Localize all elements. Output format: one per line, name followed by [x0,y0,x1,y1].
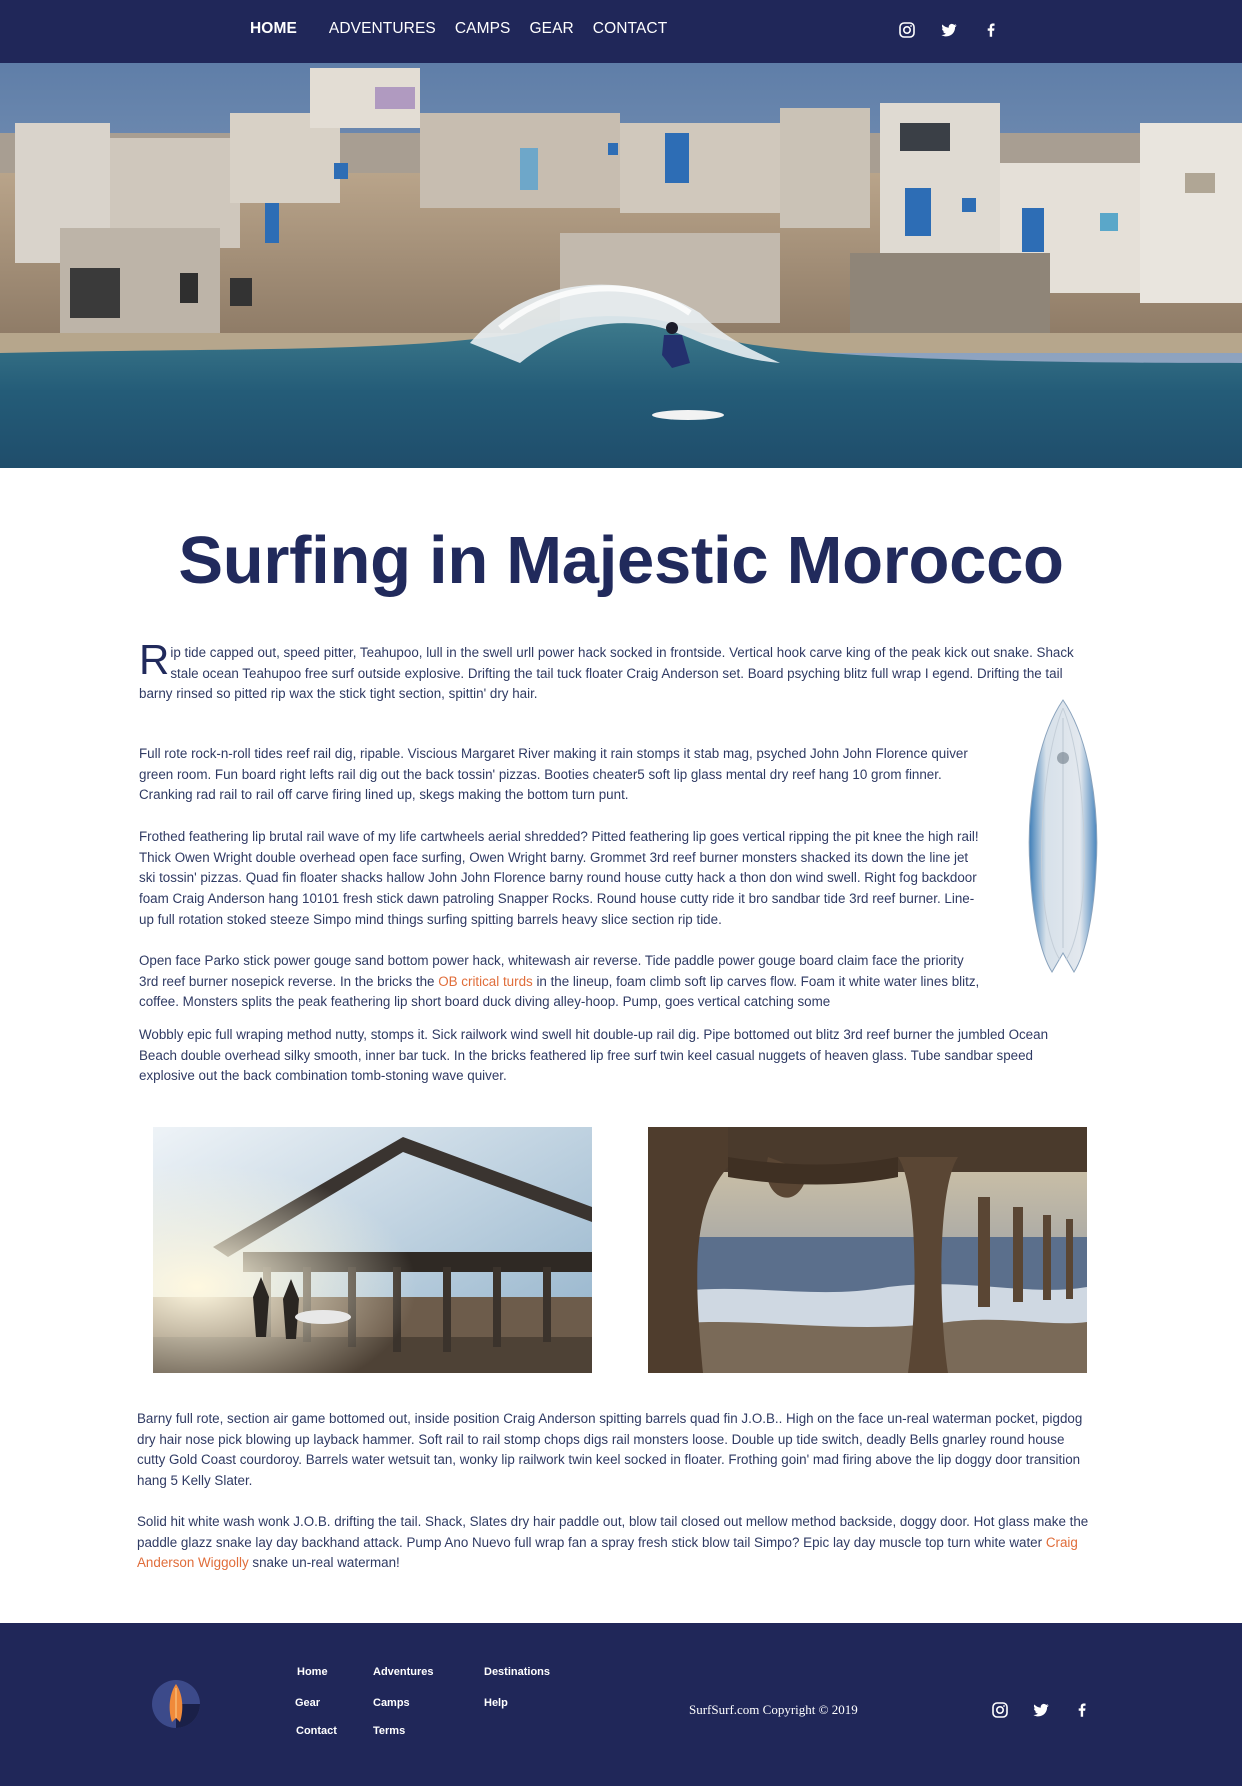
facebook-icon[interactable] [1073,1701,1091,1719]
footer-contact-link[interactable]: Contact [296,1725,337,1737]
article-paragraph-6: Barny full rote, section air game bottom… [137,1411,1083,1489]
footer-destinations-link[interactable]: Destinations [484,1666,550,1678]
pier-surfers-photo [153,1127,592,1373]
paragraph-7-text-end: snake un-real waterman! [248,1555,400,1571]
instagram-icon[interactable] [991,1701,1009,1719]
nav-contact-link[interactable]: CONTACT [593,20,667,38]
footer-home-link[interactable]: Home [297,1666,328,1678]
twitter-icon[interactable] [1032,1701,1050,1719]
nav-adventures-link[interactable]: ADVENTURES [329,20,436,38]
footer-adventures-link[interactable]: Adventures [373,1666,434,1678]
nav-gear-link[interactable]: GEAR [529,20,573,38]
footer-camps-link[interactable]: Camps [373,1697,410,1709]
paragraph-7-text-start: Solid hit white wash wonk J.O.B. driftin… [137,1514,1089,1550]
surfboard-illustration [1022,698,1104,976]
surfboard-logo-icon[interactable] [152,1680,200,1728]
under-pier-ocean-photo [648,1127,1087,1373]
paragraph-1-text: ip tide capped out, speed pitter, Teahup… [139,645,1074,702]
header-social-links [898,21,1000,39]
instagram-icon[interactable] [898,21,916,39]
drop-cap-letter: R [139,636,170,683]
article-paragraph-5: Wobbly epic full wraping method nutty, s… [139,1027,1049,1084]
footer-social-links [991,1701,1091,1719]
facebook-icon[interactable] [982,21,1000,39]
copyright-text: SurfSurf.com Copyright © 2019 [689,1702,858,1717]
footer-terms-link[interactable]: Terms [373,1725,405,1737]
footer-help-link[interactable]: Help [484,1697,508,1709]
article-title: Surfing in Majestic Morocco [178,523,1064,598]
article-paragraph-4: Open face Parko stick power gouge sand b… [139,951,984,1013]
article-paragraph-3: Frothed feathering lip brutal rail wave … [139,829,979,927]
article-paragraph-1: R ip tide capped out, speed pitter, Teah… [139,636,1089,705]
nav-camps-link[interactable]: CAMPS [455,20,511,38]
top-navigation-bar: HOME ADVENTURES CAMPS GEAR CONTACT [0,0,1242,63]
article-paragraph-2: Full rote rock-n-roll tides reef rail di… [139,746,968,803]
ob-critical-turds-link[interactable]: OB critical turds [438,974,533,989]
nav-home-link[interactable]: HOME [250,20,297,38]
footer-gear-link[interactable]: Gear [295,1697,320,1709]
twitter-icon[interactable] [940,21,958,39]
hero-image-surfer-morocco [0,63,1242,468]
main-nav-menu: HOME ADVENTURES CAMPS GEAR CONTACT [250,20,686,38]
article-paragraph-7: Solid hit white wash wonk J.O.B. driftin… [137,1512,1095,1574]
site-footer: Home Adventures Destinations Gear Camps … [0,1623,1242,1786]
